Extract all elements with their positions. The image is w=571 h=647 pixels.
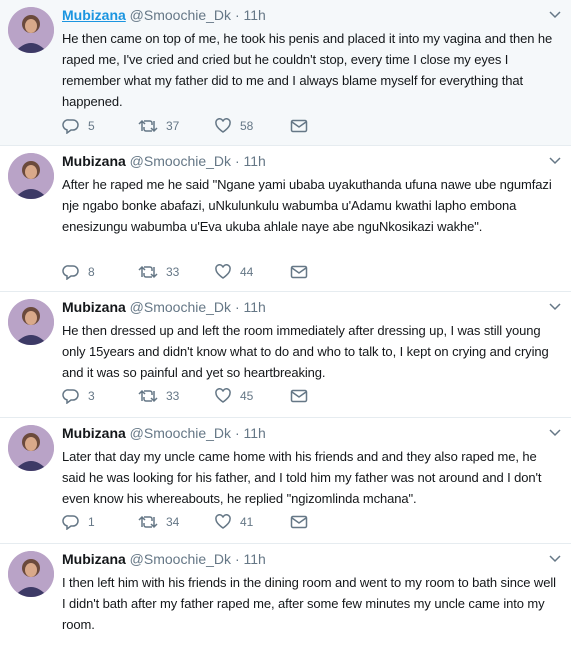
reply-button[interactable]: 5 — [62, 118, 138, 134]
separator: · — [234, 7, 240, 23]
reply-count: 5 — [88, 119, 95, 133]
tweet-header: Mubizana @Smoochie_Dk · 11h — [62, 6, 266, 24]
separator: · — [234, 551, 240, 567]
tweet-header: Mubizana @Smoochie_Dk · 11h — [62, 152, 266, 170]
avatar[interactable] — [8, 299, 54, 345]
user-handle[interactable]: @Smoochie_Dk — [130, 153, 231, 169]
avatar[interactable] — [8, 7, 54, 53]
tweet-header: Mubizana @Smoochie_Dk · 11h — [62, 550, 266, 568]
reply-button[interactable]: 8 — [62, 264, 138, 280]
like-count: 58 — [240, 119, 254, 133]
tweet-actions: 8 33 44 — [62, 262, 366, 282]
reply-icon — [62, 389, 79, 404]
separator: · — [234, 153, 240, 169]
like-count: 45 — [240, 389, 254, 403]
display-name[interactable]: Mubizana — [62, 551, 126, 567]
dm-button[interactable] — [290, 515, 366, 529]
heart-icon — [215, 118, 231, 133]
timestamp[interactable]: 11h — [244, 153, 266, 169]
tweet-actions: 5 37 58 — [62, 116, 366, 136]
display-name[interactable]: Mubizana — [62, 425, 126, 441]
reply-count: 8 — [88, 265, 95, 279]
tweet-actions: 1 34 41 — [62, 512, 366, 532]
timestamp[interactable]: 11h — [244, 7, 266, 23]
chevron-down-icon[interactable] — [549, 6, 561, 24]
avatar[interactable] — [8, 551, 54, 597]
chevron-down-icon[interactable] — [549, 550, 561, 568]
like-button[interactable]: 45 — [214, 388, 290, 404]
envelope-icon — [290, 119, 308, 133]
retweet-count: 34 — [166, 515, 180, 529]
like-button[interactable]: 41 — [214, 514, 290, 530]
separator: · — [234, 425, 240, 441]
reply-button[interactable]: 1 — [62, 514, 138, 530]
timestamp[interactable]: 11h — [244, 425, 266, 441]
retweet-icon — [138, 119, 158, 133]
tweet[interactable]: Mubizana @Smoochie_Dk · 11h I then left … — [0, 544, 571, 647]
retweet-button[interactable]: 33 — [138, 264, 214, 280]
reply-icon — [62, 515, 79, 530]
timestamp[interactable]: 11h — [244, 299, 266, 315]
chevron-down-icon[interactable] — [549, 424, 561, 442]
dm-button[interactable] — [290, 265, 366, 279]
retweet-icon — [138, 265, 158, 279]
like-count: 44 — [240, 265, 254, 279]
avatar[interactable] — [8, 153, 54, 199]
heart-icon — [215, 388, 231, 403]
chevron-down-icon[interactable] — [549, 298, 561, 316]
dm-button[interactable] — [290, 119, 366, 133]
retweet-icon — [138, 389, 158, 403]
avatar[interactable] — [8, 425, 54, 471]
retweet-count: 33 — [166, 265, 180, 279]
user-handle[interactable]: @Smoochie_Dk — [130, 425, 231, 441]
retweet-button[interactable]: 34 — [138, 514, 214, 530]
envelope-icon — [290, 515, 308, 529]
envelope-icon — [290, 265, 308, 279]
separator: · — [234, 299, 240, 315]
user-handle[interactable]: @Smoochie_Dk — [130, 7, 231, 23]
tweet-text: After he raped me he said "Ngane yami ub… — [62, 177, 552, 234]
tweet[interactable]: Mubizana @Smoochie_Dk · 11h After he rap… — [0, 146, 571, 292]
retweet-button[interactable]: 37 — [138, 118, 214, 134]
retweet-count: 37 — [166, 119, 180, 133]
tweet[interactable]: Mubizana @Smoochie_Dk · 11h He then dres… — [0, 292, 571, 418]
user-handle[interactable]: @Smoochie_Dk — [130, 551, 231, 567]
dm-button[interactable] — [290, 389, 366, 403]
like-count: 41 — [240, 515, 254, 529]
display-name[interactable]: Mubizana — [62, 299, 126, 315]
timestamp[interactable]: 11h — [244, 551, 266, 567]
user-handle[interactable]: @Smoochie_Dk — [130, 299, 231, 315]
tweet-actions: 3 33 45 — [62, 386, 366, 406]
reply-count: 3 — [88, 389, 95, 403]
like-button[interactable]: 58 — [214, 118, 290, 134]
reply-button[interactable]: 3 — [62, 388, 138, 404]
heart-icon — [215, 514, 231, 529]
like-button[interactable]: 44 — [214, 264, 290, 280]
reply-icon — [62, 265, 79, 280]
tweet-text: I then left him with his friends in the … — [62, 575, 556, 632]
display-name[interactable]: Mubizana — [62, 153, 126, 169]
reply-icon — [62, 119, 79, 134]
retweet-button[interactable]: 33 — [138, 388, 214, 404]
tweet[interactable]: Mubizana @Smoochie_Dk · 11h Later that d… — [0, 418, 571, 544]
tweet-text: He then dressed up and left the room imm… — [62, 323, 549, 380]
retweet-count: 33 — [166, 389, 180, 403]
tweet-text: Later that day my uncle came home with h… — [62, 449, 542, 506]
tweet-header: Mubizana @Smoochie_Dk · 11h — [62, 424, 266, 442]
tweet-header: Mubizana @Smoochie_Dk · 11h — [62, 298, 266, 316]
retweet-icon — [138, 515, 158, 529]
chevron-down-icon[interactable] — [549, 152, 561, 170]
envelope-icon — [290, 389, 308, 403]
tweet-text: He then came on top of me, he took his p… — [62, 31, 553, 109]
heart-icon — [215, 264, 231, 279]
tweet[interactable]: Mubizana @Smoochie_Dk · 11h He then came… — [0, 0, 571, 146]
display-name[interactable]: Mubizana — [62, 7, 126, 23]
reply-count: 1 — [88, 515, 95, 529]
